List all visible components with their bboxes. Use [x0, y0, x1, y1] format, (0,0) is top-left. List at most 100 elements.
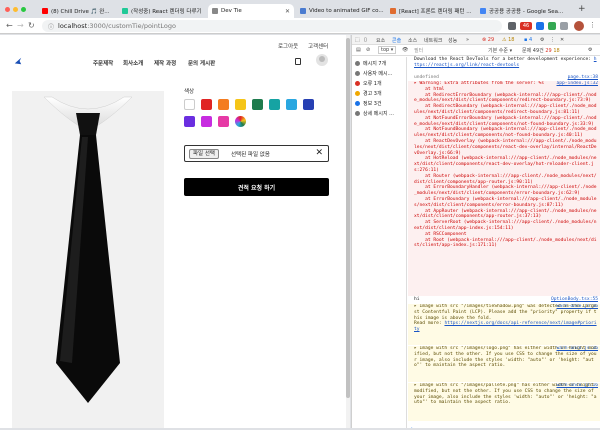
tab-sources[interactable]: 소스	[408, 37, 417, 44]
url-input[interactable]: ⓘ localhost:3000/customTie/pointLogo	[42, 20, 502, 32]
console-warning[interactable]: warn-once.js:16 ▸ Image with src "/images…	[408, 304, 600, 345]
browser-tab[interactable]: (작성중) React 렌더링 다루기	[118, 4, 206, 18]
maximize-window-button[interactable]	[21, 7, 26, 12]
devtools-tabs: ⬚ ▯ 요소 콘솔 소스 네트워크 성능 » ⊗ 29 ⚠ 18 ▪ 4 ⚙ ⋮…	[352, 35, 600, 45]
sidebar-item-errors[interactable]: 오류 1개	[355, 79, 407, 87]
source-link[interactable]: warn-once.js:16	[557, 304, 599, 310]
logout-link[interactable]: 로그아웃	[278, 42, 298, 50]
issue-error-count: 29	[545, 48, 552, 54]
new-tab-button[interactable]: +	[578, 4, 586, 14]
color-swatch-purple[interactable]	[184, 116, 195, 127]
site-logo[interactable]	[14, 57, 22, 65]
color-swatch-yellow[interactable]	[235, 99, 246, 110]
sidebar-item-label: 오류 1개	[363, 80, 382, 87]
more-tabs-icon[interactable]: »	[466, 37, 469, 43]
palette-icon[interactable]	[235, 116, 246, 127]
sidebar-item-messages[interactable]: 메시지 7개	[355, 59, 407, 67]
url-host: localhost	[58, 22, 88, 30]
message-counter[interactable]: ▪ 4	[524, 37, 532, 43]
choose-file-button[interactable]: 파일 선택	[189, 149, 219, 159]
inspect-icon[interactable]: ⬚	[355, 37, 360, 43]
browser-tab[interactable]: [React] 프론트 렌더링 패턴 ...	[386, 4, 474, 18]
nav-process[interactable]: 제작 과정	[154, 59, 176, 67]
source-link[interactable]: OptionBody.tsx:55	[551, 297, 598, 303]
customer-center-link[interactable]: 고객센터	[308, 42, 328, 50]
more-menu-icon[interactable]: ⋮	[589, 21, 596, 29]
forward-icon[interactable]: →	[17, 21, 24, 30]
nav-inquiry-board[interactable]: 문의 게시판	[188, 59, 215, 67]
user-icon	[355, 70, 360, 76]
color-swatch-white[interactable]	[184, 99, 195, 110]
close-tab-icon[interactable]: ✕	[285, 8, 290, 15]
sidebar-item-warnings[interactable]: 경고 3개	[355, 89, 407, 97]
filter-input[interactable]: 필터	[414, 47, 423, 54]
color-swatch-sky[interactable]	[286, 99, 297, 110]
console-message: undefined page.tsx:38	[408, 75, 600, 81]
profile-avatar[interactable]	[574, 21, 584, 31]
browser-tab-active[interactable]: Dev Tie ✕	[208, 4, 294, 18]
issues-button[interactable]: 문제 49건 29 18	[522, 47, 560, 54]
console-error[interactable]: app-index.js:32 ▸ Warning: Extra attribut…	[408, 81, 600, 296]
message-text: undefined	[414, 75, 439, 80]
nav-custom-order[interactable]: 주문제작	[93, 59, 113, 67]
cart-icon[interactable]	[295, 58, 301, 65]
tab-title: (작성중) React 렌더링 다루기	[131, 9, 202, 15]
extension-icon[interactable]	[548, 22, 556, 30]
color-swatch-teal[interactable]	[269, 99, 280, 110]
tab-performance[interactable]: 성능	[448, 37, 457, 44]
warning-count: 18	[508, 37, 515, 43]
extensions-puzzle-icon[interactable]	[560, 22, 568, 30]
console-output: Download the React DevTools for a better…	[408, 57, 600, 428]
color-swatch-red[interactable]	[201, 99, 212, 110]
extension-icon[interactable]	[508, 22, 516, 30]
close-devtools-icon[interactable]: ✕	[560, 37, 564, 43]
tab-console[interactable]: 콘솔	[392, 37, 401, 44]
clear-console-icon[interactable]: ⊘	[366, 47, 370, 53]
tab-favicon	[300, 8, 306, 14]
request-quote-button[interactable]: 견적 요청 하기	[184, 178, 329, 196]
extension-icon[interactable]	[536, 22, 544, 30]
device-toggle-icon[interactable]: ▯	[364, 37, 367, 43]
sidebar-item-user-messages[interactable]: 사용자 메시...	[355, 69, 407, 77]
reload-icon[interactable]: ↻	[28, 21, 35, 30]
color-swatch-orange[interactable]	[218, 99, 229, 110]
color-swatch-violet[interactable]	[201, 116, 212, 127]
color-swatch-pink[interactable]	[218, 116, 229, 127]
close-window-button[interactable]	[5, 7, 10, 12]
warning-counter[interactable]: ⚠ 18	[502, 37, 514, 43]
sidebar-toggle-icon[interactable]: ▤	[356, 47, 361, 53]
source-link[interactable]: warn-once.js:16	[557, 383, 599, 389]
info-icon[interactable]: ⓘ	[48, 22, 54, 31]
color-swatch-green[interactable]	[252, 99, 263, 110]
console-message: hi OptionBody.tsx:55	[408, 297, 600, 303]
console-warning[interactable]: warn-once.js:16 ▸ Image with src "/images…	[408, 346, 600, 382]
extension-badge-icon[interactable]: 46	[520, 22, 532, 30]
user-avatar[interactable]	[316, 54, 328, 66]
eye-icon[interactable]: 👁	[402, 47, 408, 53]
browser-tab[interactable]: (8) Chill Drive 🎵 완...	[38, 4, 116, 18]
nav-about[interactable]: 회사소개	[123, 59, 143, 67]
minimize-window-button[interactable]	[13, 7, 18, 12]
settings-icon[interactable]: ⚙	[540, 37, 544, 43]
source-link[interactable]: app-index.js:32	[557, 81, 599, 87]
context-select[interactable]: top ▾	[378, 46, 397, 54]
list-icon	[355, 60, 360, 66]
tab-elements[interactable]: 요소	[376, 37, 385, 44]
level-select[interactable]: 기본 수준 ▾	[488, 47, 512, 54]
error-counter[interactable]: ⊗ 29	[482, 37, 494, 43]
tab-network[interactable]: 네트워크	[424, 37, 442, 44]
console-settings-icon[interactable]: ⚙	[588, 47, 592, 53]
source-link[interactable]: page.tsx:38	[568, 75, 598, 81]
browser-tab[interactable]: Video to animated GIF co...	[296, 4, 384, 18]
source-link[interactable]: warn-once.js:16	[557, 346, 599, 352]
color-swatch-navy[interactable]	[303, 99, 314, 110]
devtools-menu-icon[interactable]: ⋮	[550, 37, 555, 43]
back-icon[interactable]: ←	[6, 21, 13, 30]
browser-tab[interactable]: 공공용 공공용 - Google Sea...	[476, 4, 572, 18]
page-scrollbar-thumb[interactable]	[346, 38, 350, 398]
sidebar-item-verbose[interactable]: 상세 메시지 ...	[355, 109, 407, 117]
sidebar-item-info[interactable]: 정보 3건	[355, 99, 407, 107]
console-warning[interactable]: warn-once.js:16 ▸ Image with src "/images…	[408, 383, 600, 421]
file-upload-field[interactable]: 파일 선택 선택된 파일 없음 ✕	[184, 145, 329, 162]
clear-file-icon[interactable]: ✕	[315, 148, 323, 158]
